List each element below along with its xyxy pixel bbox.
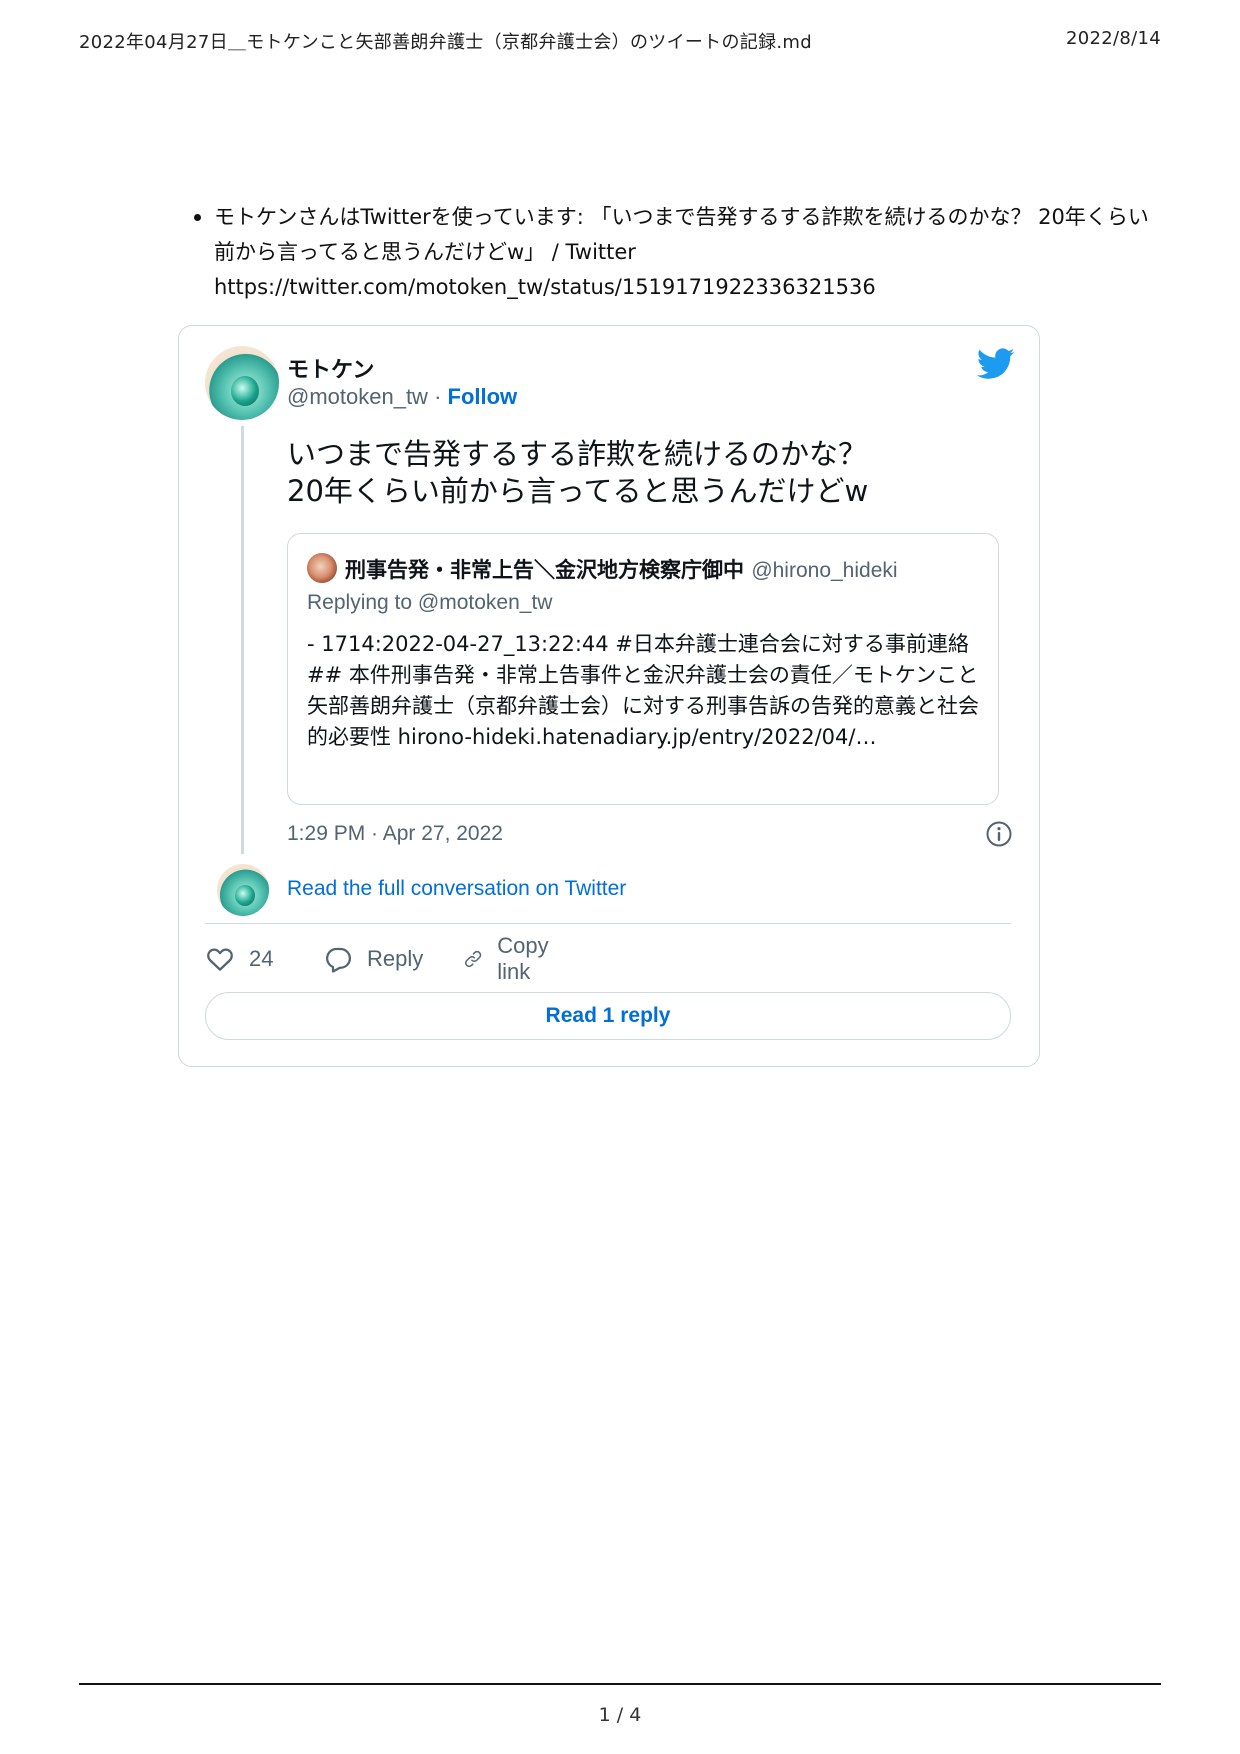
avatar[interactable] xyxy=(205,346,279,420)
tweet-text-line: いつまで告発するする詐欺を続けるのかな？ xyxy=(287,437,868,471)
quoted-tweet-text: - 1714:2022-04-27_13:22:44 #日本弁護士連合会に対する… xyxy=(307,632,979,749)
author-name[interactable]: モトケン xyxy=(287,352,374,384)
replying-to-label: Replying to @motoken_tw xyxy=(307,591,553,614)
follow-button[interactable]: Follow xyxy=(448,384,518,409)
info-icon[interactable] xyxy=(985,820,1013,848)
copy-link-button[interactable]: Copy link xyxy=(463,933,558,984)
quoted-author-name: 刑事告発・非常上告＼金沢地方検察庁御中 xyxy=(345,558,744,582)
separator-dot: · xyxy=(427,384,448,409)
list-item: モトケンさんはTwitterを使っています: 「いつまで告発するする詐欺を続ける… xyxy=(194,200,1164,305)
like-button[interactable]: 24 xyxy=(205,941,273,977)
footer-divider xyxy=(79,1683,1161,1685)
divider xyxy=(205,923,1011,924)
thread-connector-line xyxy=(241,426,244,854)
embedded-tweet-card: モトケン @motoken_tw · Follow いつまで告発するする詐欺を続… xyxy=(178,325,1040,1067)
avatar[interactable] xyxy=(217,864,269,916)
quoted-avatar xyxy=(307,553,337,583)
tweet-url-link[interactable]: https://twitter.com/motoken_tw/status/15… xyxy=(214,270,1164,305)
tweet-timestamp[interactable]: 1:29 PM · Apr 27, 2022 xyxy=(287,822,503,846)
bullet-text: モトケンさんはTwitterを使っています: 「いつまで告発するする詐欺を続ける… xyxy=(214,205,1149,264)
twitter-bird-icon[interactable] xyxy=(977,348,1015,380)
author-handle[interactable]: @motoken_tw xyxy=(287,384,428,409)
quoted-author: 刑事告発・非常上告＼金沢地方検察庁御中 @hirono_hideki xyxy=(345,554,898,584)
tweet-text: いつまで告発するする詐欺を続けるのかな？ 20年くらい前から言ってると思うんだけ… xyxy=(287,436,868,510)
read-replies-button[interactable]: Read 1 reply xyxy=(205,992,1011,1040)
tweet-text-line: 20年くらい前から言ってると思うんだけどw xyxy=(287,474,869,508)
bullet-marker xyxy=(194,214,201,221)
quoted-tweet[interactable]: 刑事告発・非常上告＼金沢地方検察庁御中 @hirono_hideki Reply… xyxy=(287,533,999,805)
quoted-author-handle: @hirono_hideki xyxy=(751,559,898,582)
reply-bubble-icon xyxy=(326,947,351,973)
document-title: 2022年04月27日＿モトケンこと矢部善朗弁護士（京都弁護士会）のツイートの記… xyxy=(79,32,812,53)
author-handle-line: @motoken_tw · Follow xyxy=(287,384,517,410)
reply-button[interactable]: Reply xyxy=(323,941,423,977)
read-full-conversation-link[interactable]: Read the full conversation on Twitter xyxy=(287,877,626,901)
page-number: 1 / 4 xyxy=(598,1704,642,1726)
link-icon xyxy=(465,950,482,968)
reply-label: Reply xyxy=(367,946,424,971)
heart-icon xyxy=(207,948,233,971)
document-date: 2022/8/14 xyxy=(1066,28,1161,49)
copy-link-label: Copy link xyxy=(497,933,549,984)
like-count: 24 xyxy=(249,946,274,971)
